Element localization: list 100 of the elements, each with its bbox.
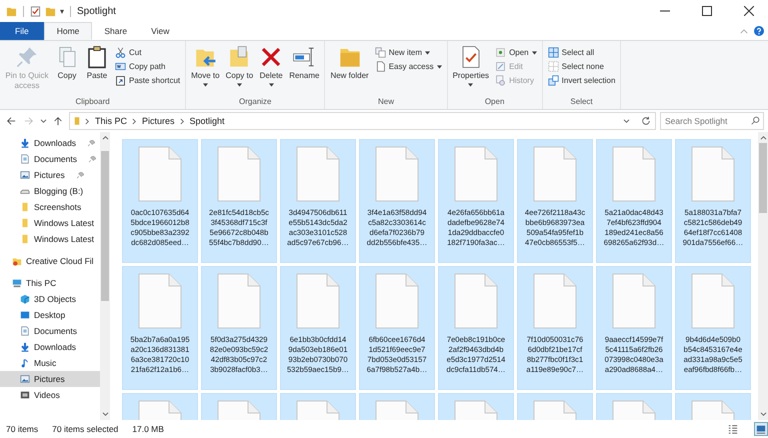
ribbon-button[interactable]: Select all — [546, 46, 618, 59]
ribbon-button[interactable]: Delete — [257, 43, 286, 97]
breadcrumb[interactable]: This PC — [95, 116, 128, 126]
nav-item[interactable]: Music — [0, 355, 100, 371]
ribbon-button[interactable]: New folder — [328, 43, 371, 97]
ribbon-button[interactable]: Rename — [287, 43, 322, 97]
large-icons-view-button[interactable] — [754, 422, 768, 436]
document-icon — [20, 154, 30, 164]
blank-file-icon — [691, 146, 735, 202]
chevron-right-icon — [85, 118, 90, 124]
blank-file-icon — [533, 146, 577, 202]
search-field[interactable]: Search Spotlight — [660, 112, 764, 130]
scroll-down-icon[interactable] — [102, 412, 108, 417]
maximize-icon[interactable] — [702, 6, 712, 16]
blank-file-icon — [533, 273, 577, 329]
ribbon-tab[interactable]: Home — [44, 22, 92, 40]
blank-file-icon — [454, 146, 498, 202]
collapse-ribbon-icon[interactable] — [740, 28, 748, 34]
invert-selection-icon — [548, 75, 559, 86]
scrollbar[interactable] — [100, 132, 110, 420]
ribbon-button[interactable]: Paste shortcut — [113, 74, 182, 87]
chevron-right-icon — [132, 118, 138, 124]
nav-item[interactable]: 3D Objects — [0, 291, 100, 307]
blank-file-icon — [138, 146, 182, 202]
nav-item[interactable]: Creative Cloud Fil — [0, 253, 100, 269]
caret-icon — [236, 83, 242, 87]
ribbon-tab[interactable]: Share — [92, 22, 140, 40]
nav-item[interactable]: Videos — [0, 387, 100, 403]
chevron-down-icon[interactable] — [40, 118, 47, 124]
selection-count: 70 items selected — [52, 424, 118, 434]
pin-icon — [76, 172, 84, 178]
customize-caret[interactable]: ▾ — [60, 6, 64, 16]
nav-item[interactable]: Desktop — [0, 307, 100, 323]
page-icon — [374, 61, 386, 72]
nav-item[interactable]: Pictures — [0, 167, 100, 183]
select-all-icon — [548, 47, 559, 58]
ribbon-button[interactable]: Paste — [83, 43, 111, 97]
rename-icon — [292, 45, 316, 69]
folder-icon — [6, 6, 17, 16]
ribbon-button[interactable]: Copy path — [113, 60, 182, 73]
search-icon[interactable] — [751, 116, 760, 125]
address-field[interactable]: This PC Pictures Spotlight — [69, 112, 656, 130]
breadcrumb[interactable]: Pictures — [142, 116, 175, 126]
chevron-right-icon — [180, 118, 185, 124]
folder-icon — [74, 116, 80, 126]
cloud-folder-icon — [12, 256, 22, 266]
scroll-down-icon[interactable] — [760, 412, 766, 417]
refresh-icon[interactable] — [641, 116, 651, 126]
nav-item[interactable]: Blogging (B:) — [0, 183, 100, 199]
blank-file-icon — [375, 146, 419, 202]
nav-item[interactable]: Downloads — [0, 135, 100, 151]
blank-file-icon — [454, 273, 498, 329]
scroll-up-icon[interactable] — [102, 135, 108, 140]
nav-item[interactable]: Pictures — [0, 371, 100, 387]
group-label: Open — [484, 97, 506, 108]
nav-item[interactable]: Windows Latest — [0, 231, 100, 247]
scroll-thumb[interactable] — [759, 143, 767, 213]
edit-icon — [495, 61, 506, 72]
ribbon-button[interactable]: New item — [372, 46, 444, 59]
nav-item[interactable]: Windows Latest — [0, 215, 100, 231]
picture-icon — [20, 170, 30, 180]
ribbon-button[interactable]: Invert selection — [546, 74, 618, 87]
ribbon-tab[interactable]: View — [139, 22, 182, 40]
blank-file-icon — [296, 273, 340, 329]
nav-item[interactable]: Screenshots — [0, 199, 100, 215]
ribbon-button[interactable]: Cut — [113, 46, 182, 59]
document-icon — [20, 326, 30, 336]
ribbon-button[interactable]: Move to — [189, 43, 222, 97]
ribbon-tab[interactable]: File — [0, 22, 44, 40]
back-arrow-icon[interactable] — [6, 116, 16, 126]
close-icon[interactable] — [744, 6, 754, 16]
help-icon[interactable] — [754, 26, 764, 36]
ribbon-button[interactable]: Copy to — [224, 43, 256, 97]
shortcut-icon — [115, 75, 126, 86]
clipboard-icon — [85, 45, 109, 69]
properties-icon[interactable] — [30, 6, 41, 16]
caret-icon — [425, 50, 430, 54]
nav-item[interactable]: Documents — [0, 151, 100, 167]
picture-icon — [20, 374, 30, 384]
scroll-up-icon[interactable] — [760, 135, 766, 140]
blank-file-icon — [217, 273, 261, 329]
up-arrow-icon[interactable] — [53, 116, 63, 126]
new-item-icon — [374, 47, 386, 58]
nav-item[interactable]: Documents — [0, 323, 100, 339]
nav-item[interactable]: Downloads — [0, 339, 100, 355]
ribbon-button[interactable]: Open — [493, 46, 539, 59]
breadcrumb[interactable]: Spotlight — [190, 116, 225, 126]
blank-file-icon — [375, 273, 419, 329]
ribbon-button[interactable]: Easy access — [372, 60, 444, 73]
scroll-thumb[interactable] — [101, 151, 109, 301]
ribbon-button[interactable]: Copy — [53, 43, 81, 97]
group-label: Select — [569, 97, 594, 108]
ribbon-button[interactable]: Select none — [546, 60, 618, 73]
chevron-down-icon[interactable] — [623, 118, 630, 124]
blank-file-icon — [217, 146, 261, 202]
scrollbar[interactable] — [758, 132, 768, 420]
ribbon-button[interactable]: Properties — [450, 43, 492, 97]
blank-file-icon — [612, 146, 656, 202]
desktop-icon — [20, 310, 30, 320]
nav-item[interactable]: This PC — [0, 275, 100, 291]
